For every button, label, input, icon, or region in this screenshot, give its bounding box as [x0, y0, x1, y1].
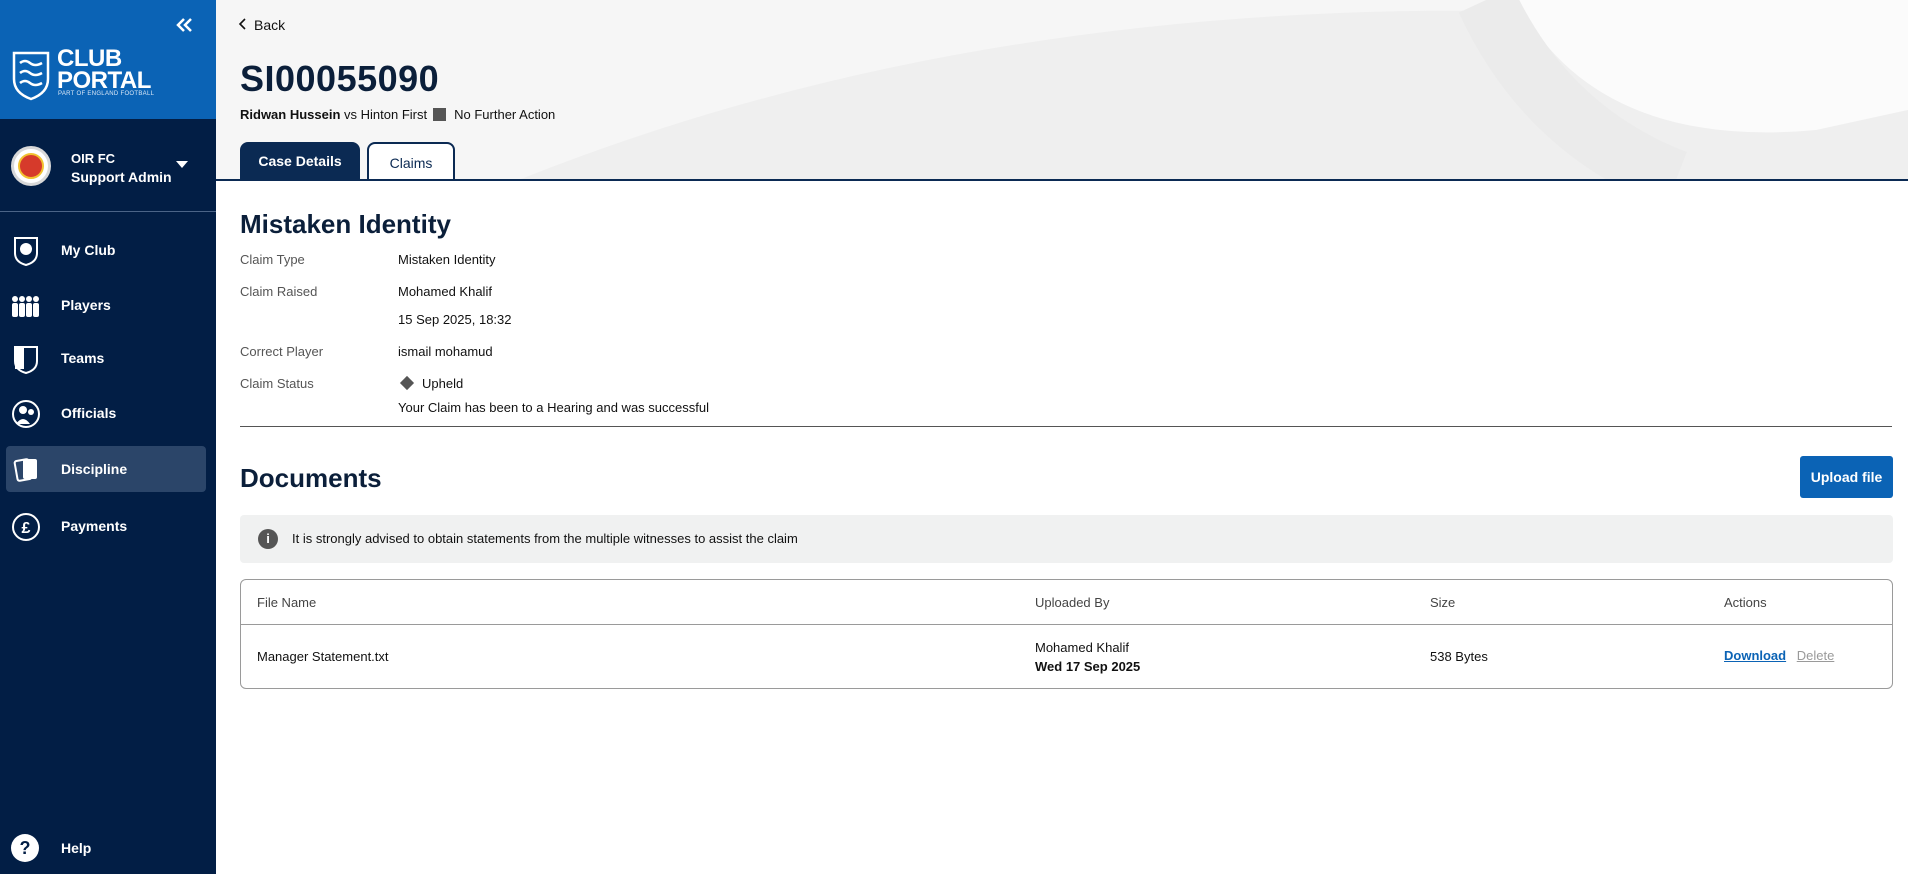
- documents-title: Documents: [240, 463, 382, 493]
- question-icon: ?: [11, 834, 39, 862]
- help-label: Help: [61, 840, 92, 856]
- sidebar-item-discipline[interactable]: Discipline: [6, 446, 206, 492]
- column-header-actions: Actions: [1724, 595, 1767, 610]
- documents-table: File Name Uploaded By Size Actions Manag…: [240, 579, 1893, 689]
- claim-raised-label: Claim Raised: [240, 284, 318, 299]
- player-name: Ridwan Hussein: [240, 107, 341, 122]
- correct-player-label: Correct Player: [240, 344, 324, 359]
- pound-icon: £: [10, 511, 42, 543]
- column-header-uploaded-by: Uploaded By: [1035, 595, 1110, 610]
- outcome-status: No Further Action: [454, 107, 556, 122]
- sidebar-item-label: Teams: [61, 350, 105, 366]
- sidebar-item-teams[interactable]: Teams: [6, 335, 206, 381]
- page-header: Back SI00055090 Ridwan Hussein vs Hinton…: [216, 0, 1908, 181]
- club-switcher[interactable]: OIR FC Support Admin: [0, 119, 216, 212]
- tab-claims[interactable]: Claims: [367, 142, 455, 179]
- header-decoration: [521, 0, 1908, 179]
- case-summary: Ridwan Hussein vs Hinton First No Further…: [240, 107, 555, 122]
- column-header-file-name: File Name: [257, 595, 317, 610]
- fixture: vs Hinton First: [344, 107, 428, 122]
- claim-type-label: Claim Type: [240, 252, 305, 267]
- page-title: SI00055090: [240, 58, 440, 99]
- back-link[interactable]: Back: [238, 17, 285, 33]
- brand-line-2: PORTAL: [57, 67, 151, 94]
- sidebar-item-officials[interactable]: Officials: [6, 390, 206, 436]
- chevron-left-icon: [238, 17, 246, 33]
- team-shirt-icon: [10, 343, 42, 375]
- uploaded-date-cell: Wed 17 Sep 2025: [1035, 659, 1140, 674]
- claim-title: Mistaken Identity: [240, 209, 451, 239]
- info-notice: i It is strongly advised to obtain state…: [240, 515, 1893, 563]
- club-badge-icon: [11, 146, 51, 186]
- help-link[interactable]: ? Help: [11, 834, 191, 864]
- status-square-icon: [433, 108, 447, 121]
- sidebar-item-label: Players: [61, 297, 111, 313]
- claim-status-note: Your Claim has been to a Hearing and was…: [398, 400, 709, 415]
- file-name-cell: Manager Statement.txt: [257, 649, 389, 664]
- cards-icon: [10, 454, 42, 486]
- players-icon: [10, 290, 42, 322]
- sidebar-item-label: Payments: [61, 518, 128, 534]
- caret-down-icon[interactable]: [176, 161, 188, 168]
- claim-raised-by: Mohamed Khalif: [398, 284, 492, 299]
- sidebar-item-label: Discipline: [61, 461, 128, 477]
- sidebar: CLUB PORTAL PART OF ENGLAND FOOTBALL OIR…: [0, 0, 216, 874]
- tab-case-details[interactable]: Case Details: [240, 142, 360, 179]
- brand-subtitle: PART OF ENGLAND FOOTBALL: [58, 91, 155, 97]
- table-header: File Name Uploaded By Size Actions: [241, 580, 1892, 625]
- claim-raised-date: 15 Sep 2025, 18:32: [398, 312, 512, 327]
- claim-type-value: Mistaken Identity: [398, 252, 496, 267]
- sidebar-item-players[interactable]: Players: [6, 282, 206, 328]
- status-diamond-icon: [399, 375, 415, 391]
- delete-link[interactable]: Delete: [1797, 648, 1835, 663]
- sidebar-item-payments[interactable]: £ Payments: [6, 503, 206, 549]
- correct-player-value: ismail mohamud: [398, 344, 493, 359]
- svg-text:£: £: [22, 520, 31, 537]
- info-icon: i: [258, 529, 278, 549]
- size-cell: 538 Bytes: [1430, 649, 1488, 664]
- column-header-size: Size: [1430, 595, 1456, 610]
- sidebar-item-label: My Club: [61, 242, 116, 258]
- back-label: Back: [254, 17, 286, 33]
- brand-name: CLUB PORTAL: [57, 47, 151, 94]
- claim-status-label: Claim Status: [240, 376, 314, 391]
- download-link[interactable]: Download: [1724, 648, 1786, 663]
- upload-file-button[interactable]: Upload file: [1800, 456, 1893, 498]
- sidebar-item-my-club[interactable]: My Club: [6, 227, 206, 273]
- main-content: Back SI00055090 Ridwan Hussein vs Hinton…: [216, 0, 1908, 874]
- club-role: Support Admin: [71, 169, 172, 185]
- brand-header: CLUB PORTAL PART OF ENGLAND FOOTBALL: [0, 0, 216, 119]
- shield-ball-icon: [10, 235, 42, 267]
- club-name: OIR FC: [71, 151, 116, 166]
- whistle-icon: [10, 398, 42, 430]
- actions-cell: Download Delete: [1724, 648, 1834, 663]
- club-portal-crest-icon: [10, 49, 52, 101]
- double-chevron-left-icon[interactable]: [174, 14, 196, 36]
- section-divider: [240, 426, 1892, 427]
- uploaded-date: Wed 17 Sep 2025: [1035, 659, 1141, 674]
- sidebar-item-label: Officials: [61, 405, 117, 421]
- notice-text: It is strongly advised to obtain stateme…: [292, 531, 798, 546]
- claim-status-value: Upheld: [422, 376, 464, 391]
- uploaded-by-cell: Mohamed Khalif: [1035, 640, 1129, 655]
